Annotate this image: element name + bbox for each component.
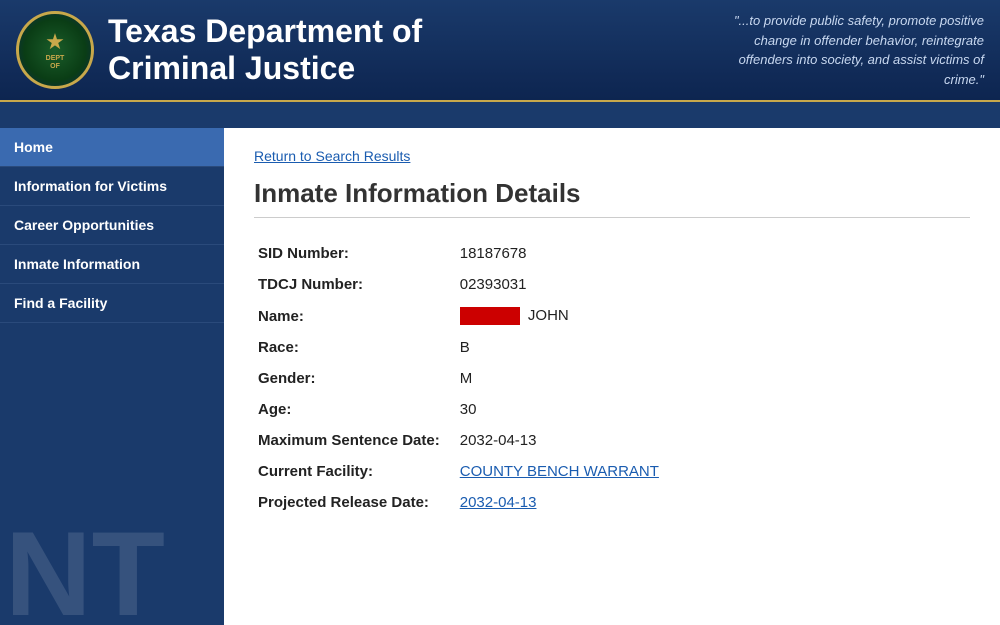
field-label-current-facility: Current Facility: xyxy=(254,456,456,487)
field-value-race: B xyxy=(456,332,970,363)
table-row: Race: B xyxy=(254,332,970,363)
table-row: Current Facility: COUNTY BENCH WARRANT xyxy=(254,456,970,487)
page-title: Inmate Information Details xyxy=(254,178,970,218)
inmate-info-table: SID Number: 18187678 TDCJ Number: 023930… xyxy=(254,238,970,518)
site-title: Texas Department of Criminal Justice xyxy=(108,13,422,87)
main-content: Return to Search Results Inmate Informat… xyxy=(224,128,1000,625)
header-quote: "...to provide public safety, promote po… xyxy=(704,11,984,89)
field-label-max-sentence: Maximum Sentence Date: xyxy=(254,425,456,456)
sidebar-item-information-for-victims[interactable]: Information for Victims xyxy=(0,167,224,206)
field-value-gender: M xyxy=(456,363,970,394)
table-row: Age: 30 xyxy=(254,394,970,425)
field-label-name: Name: xyxy=(254,300,456,332)
table-row: Projected Release Date: 2032-04-13 xyxy=(254,487,970,518)
sidebar-item-home[interactable]: Home xyxy=(0,128,224,167)
table-row: Maximum Sentence Date: 2032-04-13 xyxy=(254,425,970,456)
field-value-name: JOHN xyxy=(456,300,970,332)
table-row: Gender: M xyxy=(254,363,970,394)
sidebar-item-find-a-facility[interactable]: Find a Facility xyxy=(0,284,224,323)
logo-star: ★ xyxy=(45,29,65,55)
sidebar-watermark: NT xyxy=(0,425,224,625)
header-left: ★ DEPTOF Texas Department of Criminal Ju… xyxy=(16,11,422,89)
field-value-projected-release: 2032-04-13 xyxy=(456,487,970,518)
redacted-name xyxy=(460,307,520,325)
page-layout: Home Information for Victims Career Oppo… xyxy=(0,128,1000,625)
logo-text: DEPTOF xyxy=(45,55,65,72)
sidebar: Home Information for Victims Career Oppo… xyxy=(0,128,224,625)
field-value-tdcj: 02393031 xyxy=(456,269,970,300)
field-value-sid: 18187678 xyxy=(456,238,970,269)
field-value-max-sentence: 2032-04-13 xyxy=(456,425,970,456)
field-label-gender: Gender: xyxy=(254,363,456,394)
field-value-age: 30 xyxy=(456,394,970,425)
field-value-current-facility: COUNTY BENCH WARRANT xyxy=(456,456,970,487)
back-to-search-link[interactable]: Return to Search Results xyxy=(254,148,410,164)
field-label-tdcj: TDCJ Number: xyxy=(254,269,456,300)
projected-release-link[interactable]: 2032-04-13 xyxy=(460,494,537,511)
field-label-projected-release: Projected Release Date: xyxy=(254,487,456,518)
sidebar-item-career-opportunities[interactable]: Career Opportunities xyxy=(0,206,224,245)
sidebar-item-inmate-information[interactable]: Inmate Information xyxy=(0,245,224,284)
table-row: TDCJ Number: 02393031 xyxy=(254,269,970,300)
table-row: Name: JOHN xyxy=(254,300,970,332)
field-label-race: Race: xyxy=(254,332,456,363)
current-facility-link[interactable]: COUNTY BENCH WARRANT xyxy=(460,463,659,480)
field-label-age: Age: xyxy=(254,394,456,425)
agency-logo: ★ DEPTOF xyxy=(16,11,94,89)
nav-bar xyxy=(0,100,1000,128)
site-header: ★ DEPTOF Texas Department of Criminal Ju… xyxy=(0,0,1000,100)
table-row: SID Number: 18187678 xyxy=(254,238,970,269)
field-label-sid: SID Number: xyxy=(254,238,456,269)
